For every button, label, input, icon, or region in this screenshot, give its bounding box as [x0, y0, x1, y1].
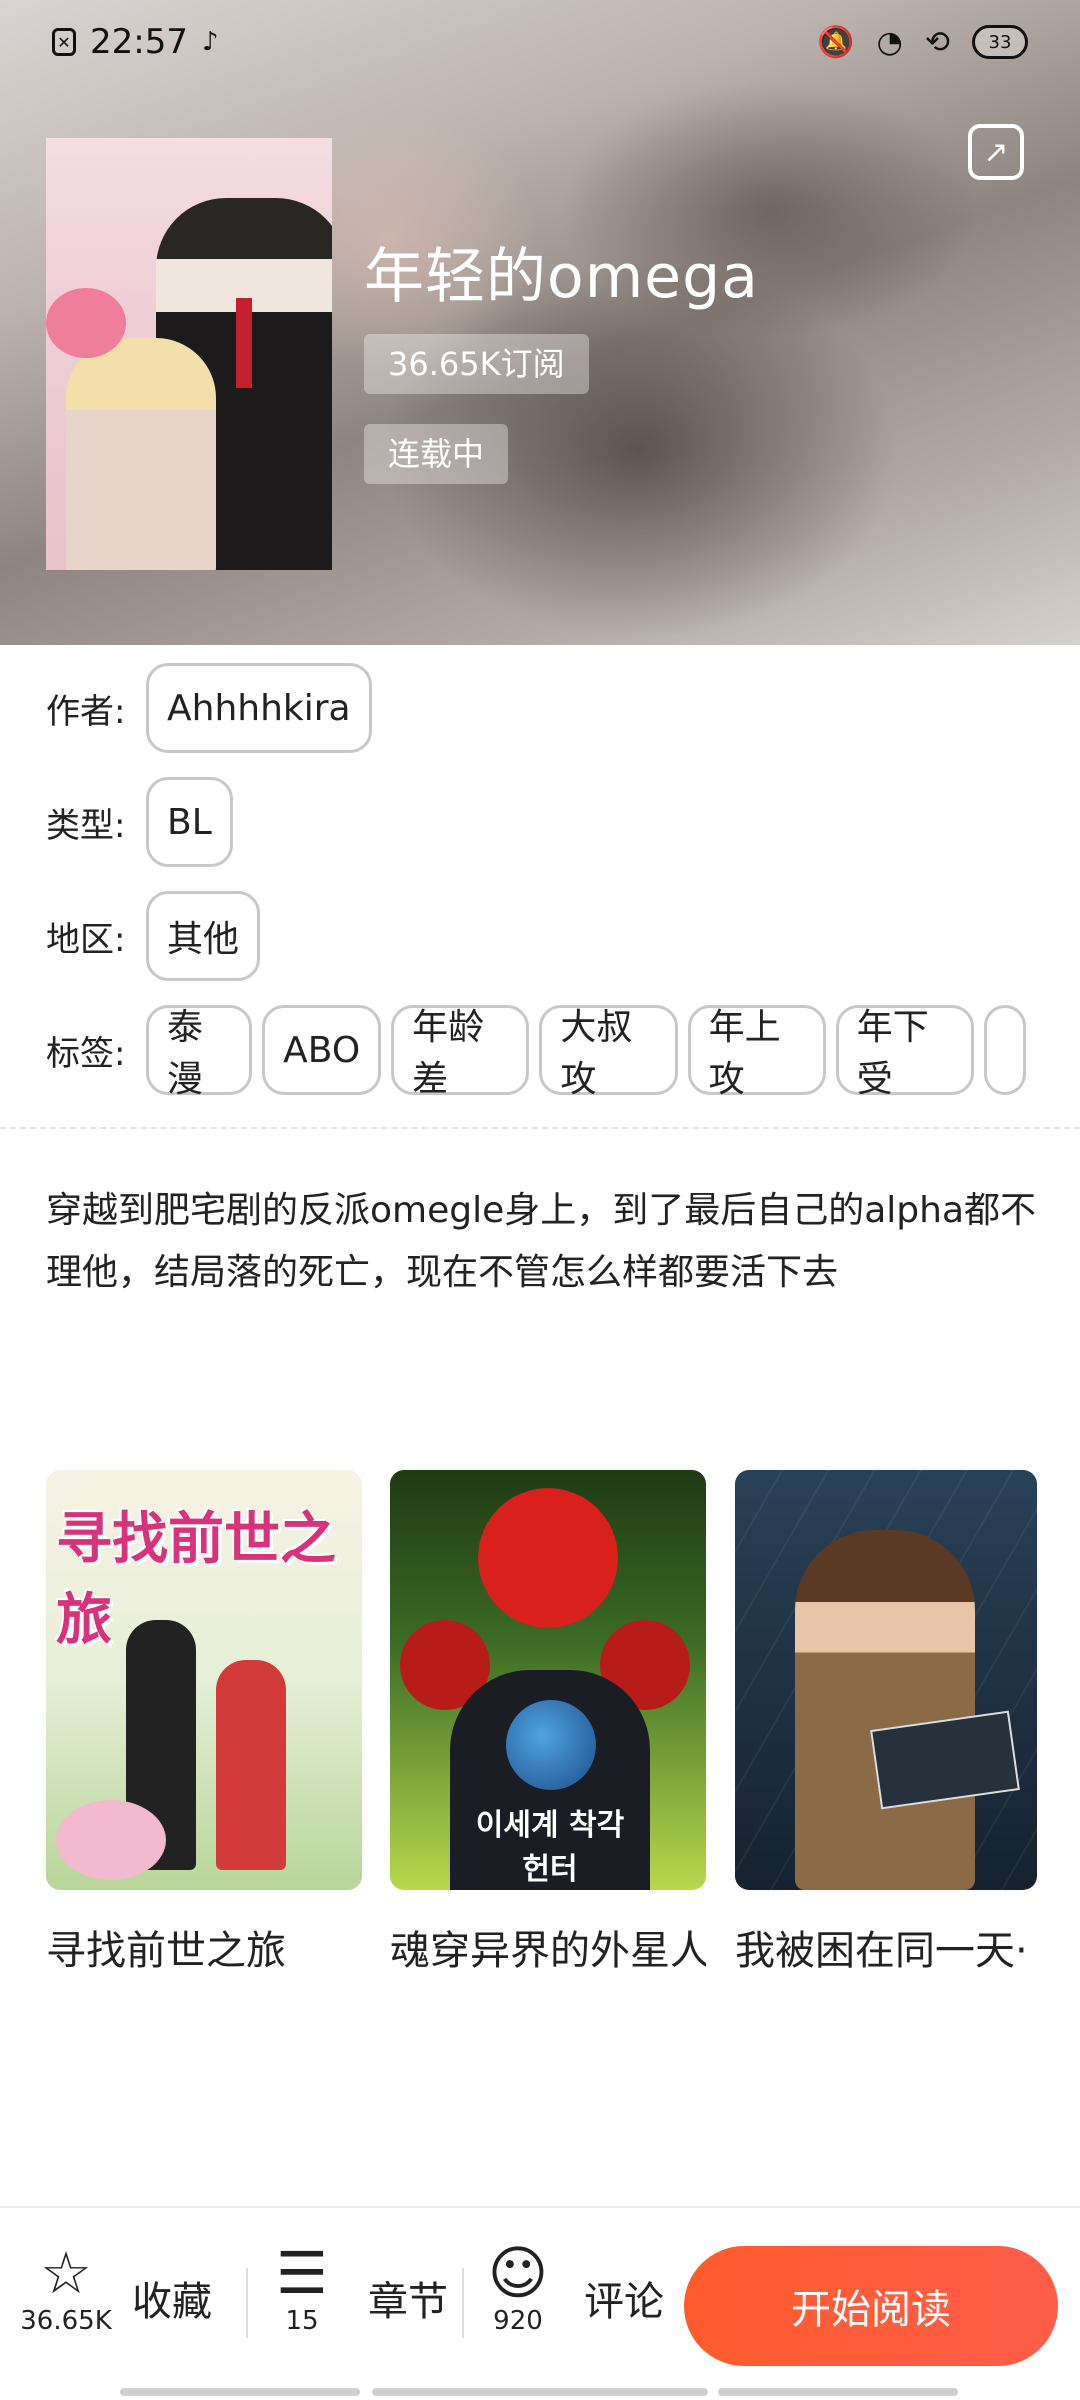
cover-figure — [66, 338, 216, 570]
comic-description: 穿越到肥宅剧的反派omegle身上，到了最后自己的alpha都不理他，结局落的死… — [46, 1190, 1037, 1293]
globe-icon — [506, 1700, 596, 1790]
share-icon[interactable]: ↗ — [968, 124, 1024, 180]
recommendation-title: 寻找前世之旅 — [46, 1928, 286, 1974]
favorite-count: 36.65K — [20, 2306, 112, 2336]
cover-title-art: 寻找前世之旅 — [56, 1507, 336, 1653]
cover-detail — [56, 1800, 166, 1880]
divider — [246, 2268, 248, 2338]
bottom-action-bar: ☆ 36.65K 收藏 ☰ 15 章节 ☺ 920 评论 开始阅读 — [0, 2206, 1080, 2400]
recommendation-card[interactable]: 我被困在同一天· — [735, 1470, 1037, 1976]
section-divider — [0, 1127, 1080, 1129]
home-indicator — [120, 2388, 360, 2396]
cover-detail — [46, 288, 126, 358]
book-icon: ☰ — [276, 2239, 328, 2307]
chapters-icon-group: ☰ 15 — [266, 2238, 338, 2358]
region-tag[interactable]: 其他 — [146, 891, 261, 981]
recommendation-card[interactable]: 이세계 착각 헌터 魂穿异界的外星人 — [390, 1470, 706, 1976]
music-icon: ♪ — [201, 27, 219, 57]
notification-icon: ✕ — [52, 28, 76, 56]
comments-button[interactable]: ☺ 920 评论 — [482, 2208, 664, 2388]
type-tag[interactable]: BL — [146, 777, 233, 867]
recommendation-cover: 이세계 착각 헌터 — [390, 1470, 706, 1890]
genre-tag[interactable]: 年上攻 — [687, 1005, 826, 1095]
favorite-icon-group: ☆ 36.65K — [20, 2238, 111, 2358]
author-tag[interactable]: Ahhhhkira — [146, 663, 372, 753]
recommendation-card[interactable]: 寻找前世之旅 寻找前世之旅 — [46, 1470, 362, 1976]
home-indicator — [718, 2388, 958, 2396]
divider — [462, 2268, 464, 2338]
comments-label: 评论 — [584, 2279, 664, 2325]
tags-label: 标签: — [46, 1033, 126, 1074]
sync-icon: ⟲ — [924, 24, 950, 60]
genre-tag[interactable]: 年下受 — [835, 1005, 974, 1095]
battery-level: 33 — [988, 31, 1012, 53]
author-row: 作者: Ahhhhkira — [46, 660, 382, 756]
chapters-label: 章节 — [368, 2279, 448, 2325]
region-label: 地区: — [46, 919, 126, 960]
region-row: 地区: 其他 — [46, 888, 270, 984]
chapters-button[interactable]: ☰ 15 章节 — [266, 2208, 448, 2388]
chapter-count: 15 — [285, 2306, 319, 2336]
cover-figure — [216, 1660, 286, 1870]
favorite-button[interactable]: ☆ 36.65K 收藏 — [20, 2208, 212, 2388]
tags-row: 标签: 泰漫 ABO 年龄差 大叔攻 年上攻 年下受 — [46, 1002, 1036, 1098]
genre-tag[interactable]: 大叔攻 — [539, 1005, 678, 1095]
recommendation-cover: 寻找前世之旅 — [46, 1470, 362, 1890]
recommendation-title: 魂穿异界的外星人 — [390, 1928, 706, 1974]
home-indicator — [372, 2388, 708, 2396]
status-bar: ✕ 22:57 ♪ 🔕 ◔ ⟲ 33 — [0, 0, 1080, 84]
genre-tag[interactable]: 年龄差 — [391, 1005, 530, 1095]
subscription-count: 36.65K订阅 — [364, 334, 589, 394]
genre-tag[interactable]: 泰漫 — [146, 1005, 253, 1095]
comic-title: 年轻的omega — [364, 242, 759, 312]
battery-icon: 33 — [972, 25, 1028, 59]
cover-figure — [795, 1530, 975, 1890]
cover-detail — [236, 298, 252, 388]
type-label: 类型: — [46, 805, 126, 846]
genre-tag-partial[interactable] — [983, 1005, 1026, 1095]
status-time: 22:57 — [90, 22, 188, 62]
start-reading-button[interactable]: 开始阅读 — [684, 2246, 1058, 2366]
type-row: 类型: BL — [46, 774, 243, 870]
cover-title-art: 이세계 착각 헌터 — [475, 1808, 625, 1887]
header-banner: ✕ 22:57 ♪ 🔕 ◔ ⟲ 33 ‹ ↗ 年轻的omega 36.65K订阅… — [0, 0, 1080, 645]
wifi-icon: ◔ — [876, 24, 903, 60]
status-badge: 连载中 — [364, 424, 509, 484]
mute-icon: 🔕 — [817, 24, 855, 60]
favorite-label: 收藏 — [132, 2279, 212, 2325]
comic-cover — [46, 138, 332, 570]
comments-icon-group: ☺ 920 — [482, 2238, 554, 2358]
tags-list: 泰漫 ABO 年龄差 大叔攻 年上攻 年下受 — [146, 1005, 1036, 1095]
cover-detail — [478, 1488, 618, 1628]
star-icon: ☆ — [40, 2239, 92, 2307]
recommendation-title: 我被困在同一天· — [735, 1928, 1028, 1974]
comment-face-icon: ☺ — [487, 2239, 549, 2307]
genre-tag[interactable]: ABO — [262, 1005, 382, 1095]
author-label: 作者: — [46, 691, 126, 732]
comment-count: 920 — [493, 2306, 543, 2336]
recommendation-cover — [735, 1470, 1037, 1890]
